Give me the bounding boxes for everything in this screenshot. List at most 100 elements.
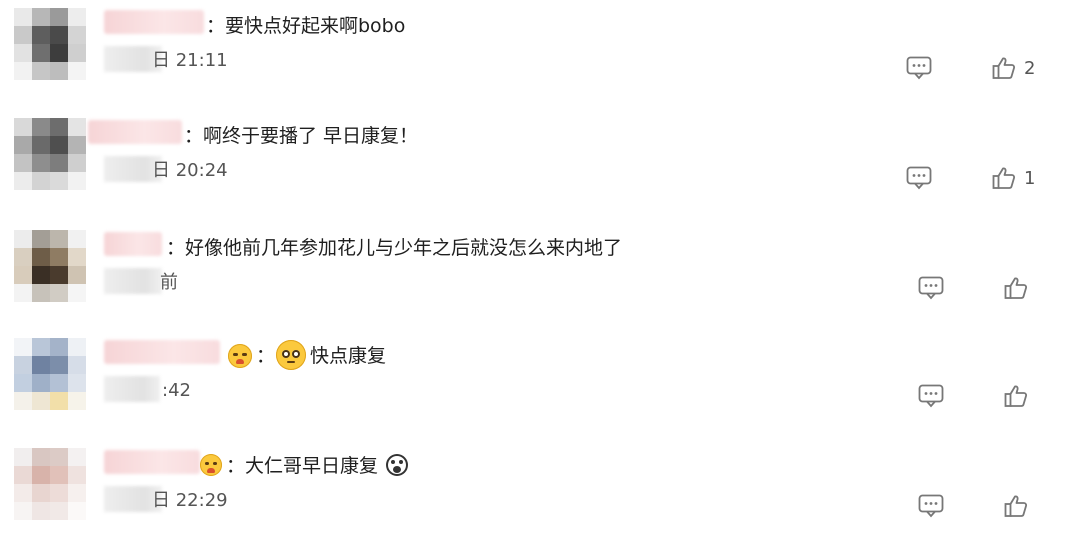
comment-text-tail: 快点康复 (310, 345, 387, 367)
comment-time: 前 (160, 272, 178, 293)
avatar-pixel (14, 172, 32, 190)
avatar-pixel (14, 356, 32, 374)
avatar-pixel (50, 356, 68, 374)
avatar[interactable] (14, 230, 86, 302)
avatar-pixel (32, 266, 50, 284)
avatar-pixel (68, 356, 86, 374)
username-redacted[interactable] (104, 232, 162, 256)
comment-text: ：大仁哥早日康复 (226, 455, 379, 477)
avatar[interactable] (14, 118, 86, 190)
username-redacted[interactable] (104, 450, 200, 474)
avatar-pixel (14, 484, 32, 502)
avatar-pixel (14, 338, 32, 356)
comment-item: ：大仁哥早日康复 日 22:29 (0, 440, 1080, 550)
like-icon[interactable] (1004, 276, 1028, 300)
avatar-pixel (32, 248, 50, 266)
avatar-pixel (14, 392, 32, 410)
avatar-pixel (68, 62, 86, 80)
comment-text: ： (256, 345, 276, 367)
avatar-pixel (14, 154, 32, 172)
avatar-pixel (50, 266, 68, 284)
avatar-pixel (14, 44, 32, 62)
username-redacted[interactable] (88, 120, 182, 144)
avatar-pixel (32, 26, 50, 44)
avatar-pixel (32, 136, 50, 154)
avatar-pixel (50, 374, 68, 392)
avatar-pixel (68, 502, 86, 520)
avatar-pixel (50, 230, 68, 248)
avatar-pixel (50, 118, 68, 136)
avatar-pixel (50, 502, 68, 520)
comment-item: ： 快点康复 :42 (0, 330, 1080, 440)
avatar[interactable] (14, 338, 86, 410)
avatar-pixel (50, 44, 68, 62)
like-icon[interactable] (1004, 384, 1028, 408)
avatar-pixel (14, 8, 32, 26)
avatar-pixel (50, 284, 68, 302)
avatar-pixel (14, 26, 32, 44)
avatar-pixel (32, 284, 50, 302)
avatar-pixel (50, 392, 68, 410)
like-icon[interactable] (992, 56, 1016, 80)
username-redacted[interactable] (104, 10, 204, 34)
reply-icon[interactable] (906, 56, 932, 80)
avatar-pixel (50, 448, 68, 466)
avatar-pixel (32, 338, 50, 356)
avatar-pixel (68, 8, 86, 26)
avatar-pixel (32, 502, 50, 520)
avatar-pixel (32, 448, 50, 466)
avatar-pixel (50, 154, 68, 172)
avatar-pixel (32, 8, 50, 26)
reply-icon[interactable] (918, 494, 944, 518)
avatar-pixel (32, 62, 50, 80)
avatar-pixel (50, 466, 68, 484)
comment-time: 日 22:29 (152, 490, 228, 511)
avatar-pixel (68, 266, 86, 284)
avatar-pixel (32, 392, 50, 410)
like-count: 1 (1024, 168, 1036, 189)
avatar-pixel (68, 44, 86, 62)
like-count: 2 (1024, 58, 1036, 79)
avatar-pixel (68, 118, 86, 136)
avatar-pixel (14, 136, 32, 154)
comment-text: ：要快点好起来啊bobo (206, 15, 406, 37)
comment-text: ：啊终于要播了 早日康复！ (184, 125, 419, 147)
avatar-pixel (14, 284, 32, 302)
comment-text: ：好像他前几年参加花儿与少年之后就没怎么来内地了 (166, 237, 623, 259)
avatar-pixel (68, 284, 86, 302)
avatar[interactable] (14, 448, 86, 520)
reply-icon[interactable] (906, 166, 932, 190)
avatar-pixel (50, 136, 68, 154)
like-icon[interactable] (1004, 494, 1028, 518)
avatar-pixel (32, 466, 50, 484)
date-redacted (104, 268, 162, 294)
avatar-pixel (68, 136, 86, 154)
avatar-pixel (32, 154, 50, 172)
avatar-pixel (68, 392, 86, 410)
avatar[interactable] (14, 8, 86, 80)
date-redacted (104, 376, 160, 402)
comment-item: ：要快点好起来啊bobo 日 21:11 2 (0, 0, 1080, 110)
pleading-face-icon (276, 340, 306, 370)
avatar-pixel (32, 118, 50, 136)
avatar-pixel (32, 374, 50, 392)
avatar-pixel (50, 26, 68, 44)
avatar-pixel (68, 154, 86, 172)
comment-item: ：啊终于要播了 早日康复！ 日 20:24 1 (0, 110, 1080, 220)
like-icon[interactable] (992, 166, 1016, 190)
reply-icon[interactable] (918, 276, 944, 300)
avatar-pixel (68, 230, 86, 248)
comment-time: 日 21:11 (152, 50, 228, 71)
avatar-pixel (14, 374, 32, 392)
avatar-pixel (68, 26, 86, 44)
reply-icon[interactable] (918, 384, 944, 408)
username-redacted[interactable] (104, 340, 220, 364)
avatar-pixel (50, 338, 68, 356)
avatar-pixel (68, 248, 86, 266)
avatar-pixel (68, 338, 86, 356)
avatar-pixel (68, 484, 86, 502)
avatar-pixel (32, 172, 50, 190)
comment-time: 日 20:24 (152, 160, 228, 181)
avatar-pixel (68, 466, 86, 484)
avatar-pixel (14, 230, 32, 248)
